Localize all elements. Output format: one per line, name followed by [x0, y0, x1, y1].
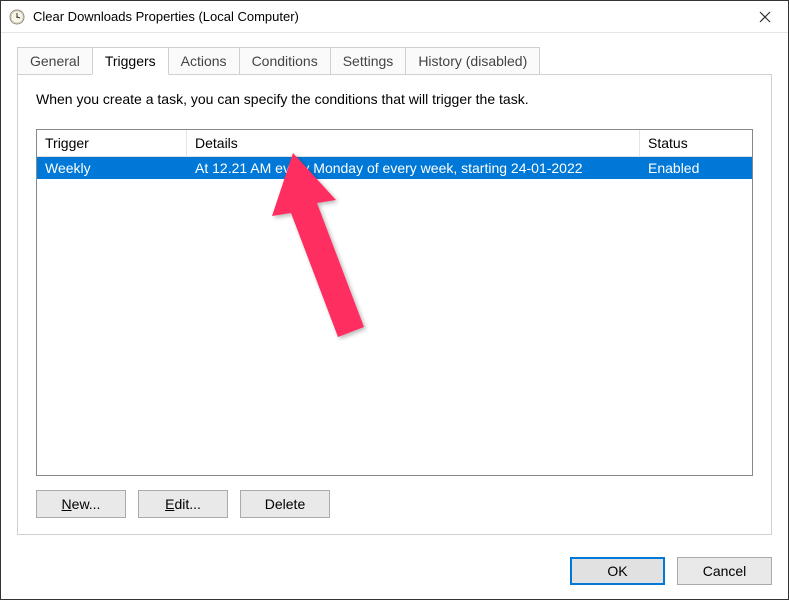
- table-row[interactable]: Weekly At 12.21 AM every Monday of every…: [37, 157, 752, 179]
- cell-details: At 12.21 AM every Monday of every week, …: [187, 157, 640, 179]
- cell-status: Enabled: [640, 157, 752, 179]
- panel-button-row: New... Edit... Delete: [36, 490, 753, 518]
- ok-button[interactable]: OK: [570, 557, 665, 585]
- cell-trigger: Weekly: [37, 157, 187, 179]
- edit-button[interactable]: Edit...: [138, 490, 228, 518]
- close-button[interactable]: [742, 1, 788, 33]
- titlebar: Clear Downloads Properties (Local Comput…: [1, 1, 788, 33]
- list-header: Trigger Details Status: [37, 130, 752, 157]
- tab-settings[interactable]: Settings: [330, 47, 407, 74]
- dialog-content: General Triggers Actions Conditions Sett…: [1, 33, 788, 547]
- tab-triggers[interactable]: Triggers: [92, 47, 169, 75]
- window-title: Clear Downloads Properties (Local Comput…: [33, 9, 742, 24]
- column-header-status[interactable]: Status: [640, 130, 752, 157]
- panel-description: When you create a task, you can specify …: [36, 91, 753, 107]
- delete-button[interactable]: Delete: [240, 490, 330, 518]
- column-header-details[interactable]: Details: [187, 130, 640, 157]
- column-header-trigger[interactable]: Trigger: [37, 130, 187, 157]
- trigger-list[interactable]: Trigger Details Status Weekly At 12.21 A…: [36, 129, 753, 476]
- triggers-panel: When you create a task, you can specify …: [17, 74, 772, 535]
- tab-history[interactable]: History (disabled): [405, 47, 540, 74]
- close-icon: [759, 11, 771, 23]
- cancel-button[interactable]: Cancel: [677, 557, 772, 585]
- tab-actions[interactable]: Actions: [168, 47, 240, 74]
- tab-conditions[interactable]: Conditions: [239, 47, 331, 74]
- tab-strip: General Triggers Actions Conditions Sett…: [17, 47, 772, 74]
- new-button[interactable]: New...: [36, 490, 126, 518]
- clock-icon: [9, 9, 25, 25]
- tab-general[interactable]: General: [17, 47, 93, 74]
- dialog-footer: OK Cancel: [1, 547, 788, 599]
